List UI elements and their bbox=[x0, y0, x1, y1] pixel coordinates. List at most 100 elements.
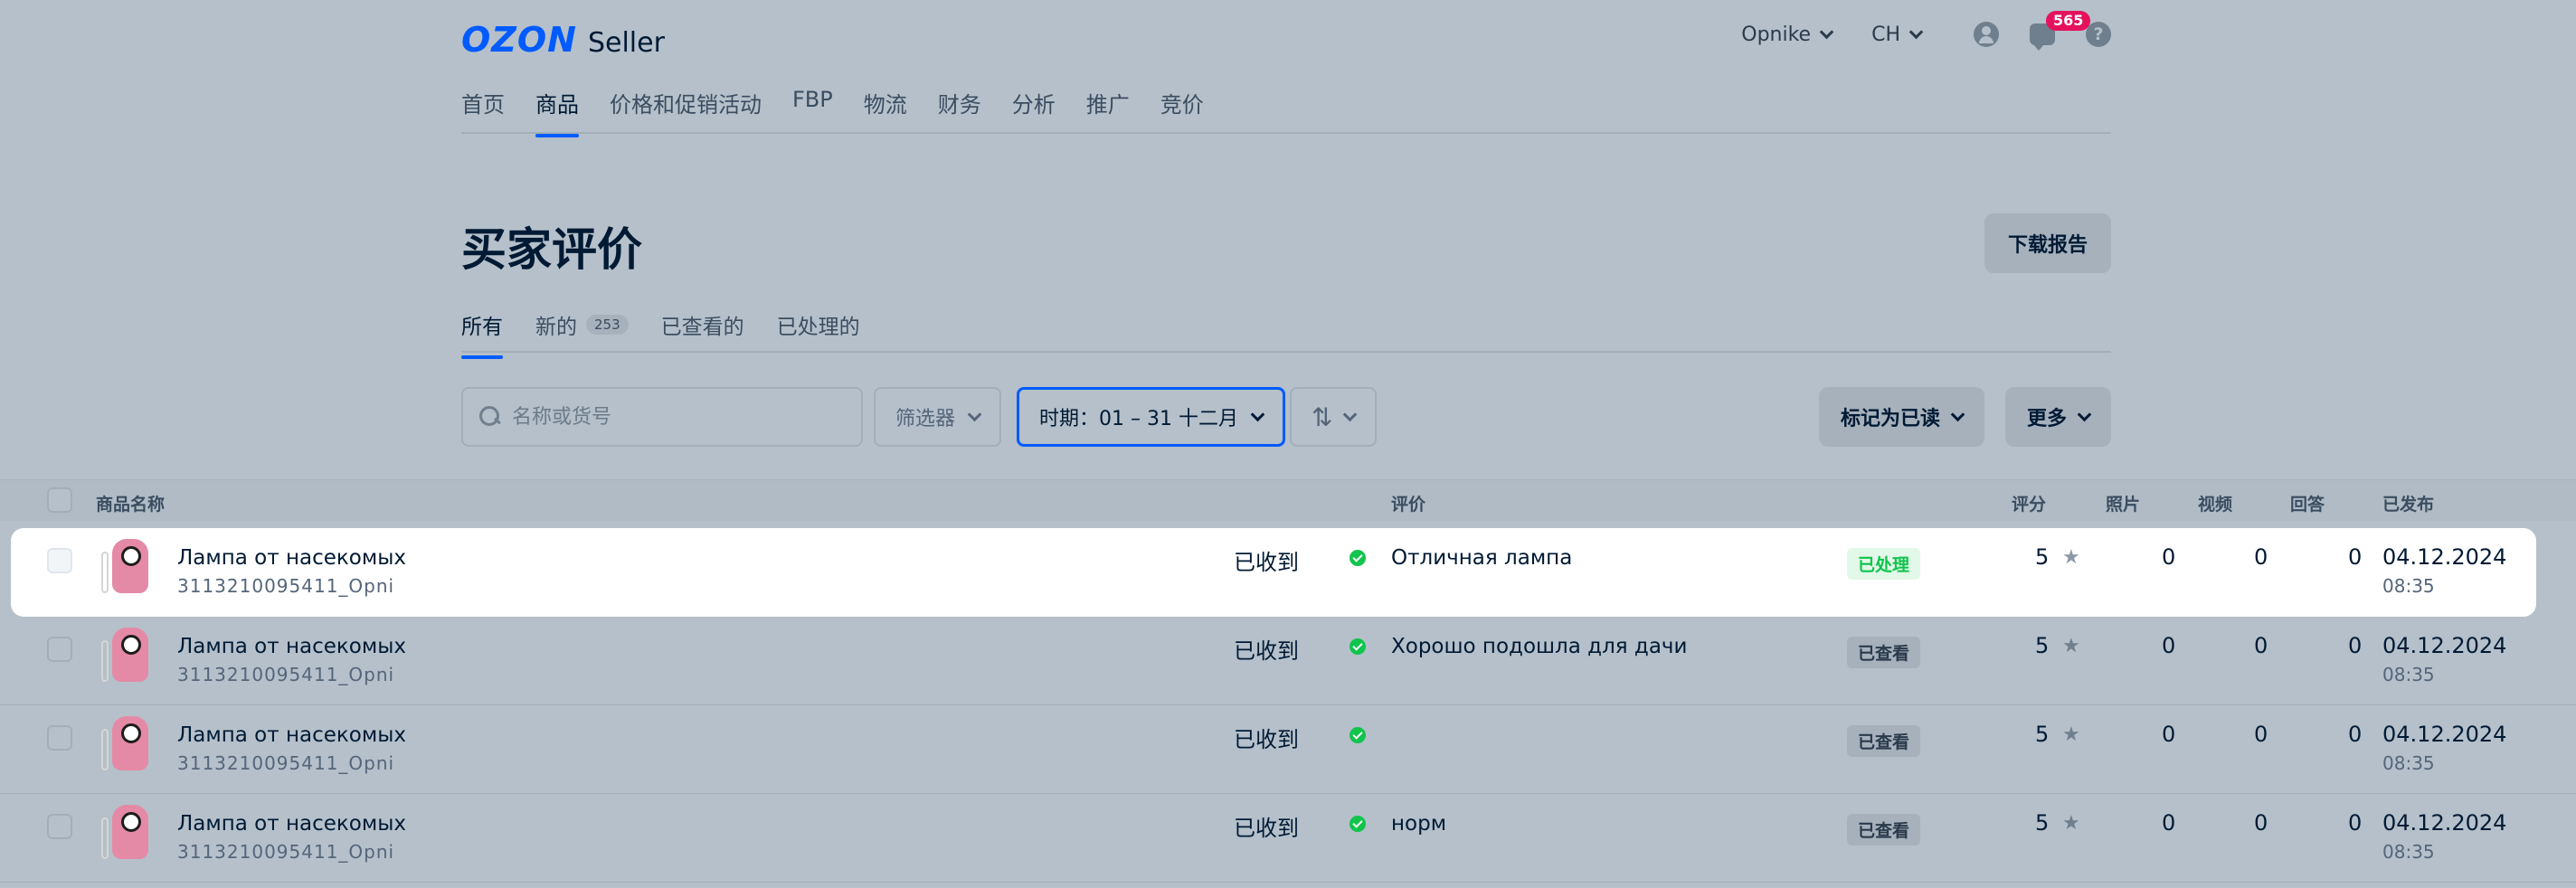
table-header: 商品名称 评价 评分 照片 视频 回答 已发布 bbox=[0, 479, 2576, 521]
rating-value: 5 bbox=[2035, 633, 2050, 658]
rating-value: 5 bbox=[2035, 810, 2050, 836]
mark-as-read-label: 标记为已读 bbox=[1840, 408, 1940, 430]
search-icon bbox=[479, 406, 501, 428]
received-label: 已收到 bbox=[1234, 550, 1299, 575]
star-icon: ★ bbox=[2062, 635, 2080, 657]
chevron-down-icon bbox=[2077, 407, 2092, 421]
select-all-checkbox[interactable] bbox=[47, 487, 72, 513]
published-time: 08:35 bbox=[2382, 752, 2435, 774]
published-date: 04.12.2024 bbox=[2382, 544, 2507, 570]
status-badge: 已查看 bbox=[1847, 637, 1921, 668]
search-input[interactable] bbox=[512, 405, 838, 429]
review-text: Хорошо подошла для дачи bbox=[1391, 635, 1688, 658]
published-date: 04.12.2024 bbox=[2382, 810, 2507, 836]
published-date: 04.12.2024 bbox=[2382, 633, 2507, 658]
videos-count: 0 bbox=[2254, 633, 2268, 658]
sort-icon: ⇅ bbox=[1312, 401, 1333, 432]
product-name[interactable]: Лампа от насекомых bbox=[177, 723, 406, 747]
period-dropdown[interactable]: 时期：01 – 31 十二月 bbox=[1017, 387, 1285, 447]
chevron-down-icon bbox=[1343, 407, 1358, 421]
chevron-down-icon bbox=[1950, 407, 1965, 421]
check-circle-icon bbox=[1350, 816, 1366, 832]
status-badge: 已查看 bbox=[1847, 814, 1921, 845]
tab-count-badge: 253 bbox=[586, 315, 629, 335]
received-label: 已收到 bbox=[1234, 638, 1299, 664]
mark-as-read-button[interactable]: 标记为已读 bbox=[1818, 387, 1984, 447]
column-photos[interactable]: 照片 bbox=[2106, 491, 2140, 515]
star-icon: ★ bbox=[2062, 812, 2080, 835]
rating-value: 5 bbox=[2035, 544, 2050, 570]
page-title: 买家评价 bbox=[461, 223, 642, 276]
table-row[interactable]: Лампа от насекомых 3113210095411_Opni 已收… bbox=[0, 794, 2576, 883]
column-replies[interactable]: 回答 bbox=[2290, 491, 2325, 515]
review-text: Отличная лампа bbox=[1391, 546, 1573, 570]
page-header: 买家评价 下载报告 所有 新的 253 已查看的 已处理的 筛选器 时期：01 … bbox=[461, 0, 2111, 452]
product-name[interactable]: Лампа от насекомых bbox=[177, 812, 406, 836]
product-name[interactable]: Лампа от насекомых bbox=[177, 635, 406, 658]
column-rating[interactable]: 评分 bbox=[2012, 491, 2046, 515]
filters-dropdown[interactable]: 筛选器 bbox=[874, 387, 1002, 447]
published-date: 04.12.2024 bbox=[2382, 722, 2507, 747]
check-circle-icon bbox=[1350, 638, 1366, 655]
received-label: 已收到 bbox=[1234, 727, 1299, 752]
period-label: 时期：01 – 31 十二月 bbox=[1039, 408, 1238, 430]
check-circle-icon bbox=[1350, 550, 1366, 566]
row-checkbox[interactable] bbox=[47, 725, 72, 751]
column-videos[interactable]: 视频 bbox=[2198, 491, 2232, 515]
product-sku: 3113210095411_Opni bbox=[177, 664, 395, 685]
status-badge: 已查看 bbox=[1847, 725, 1921, 757]
videos-count: 0 bbox=[2254, 544, 2268, 570]
photos-count: 0 bbox=[2162, 544, 2176, 570]
tab-label: 已处理的 bbox=[776, 316, 860, 339]
product-sku: 3113210095411_Opni bbox=[177, 752, 395, 774]
chevron-down-icon bbox=[967, 407, 982, 421]
review-text: норм bbox=[1391, 812, 1447, 836]
chevron-down-icon bbox=[1250, 407, 1265, 421]
tabs-divider bbox=[461, 351, 2111, 353]
tab-label: 所有 bbox=[461, 316, 503, 339]
published-time: 08:35 bbox=[2382, 841, 2435, 863]
published-time: 08:35 bbox=[2382, 664, 2435, 685]
download-report-button[interactable]: 下载报告 bbox=[1984, 213, 2111, 273]
published-time: 08:35 bbox=[2382, 575, 2435, 597]
photos-count: 0 bbox=[2162, 633, 2176, 658]
more-label: 更多 bbox=[2026, 408, 2067, 430]
tab-label: 新的 bbox=[535, 316, 577, 339]
videos-count: 0 bbox=[2254, 722, 2268, 747]
filters-label: 筛选器 bbox=[895, 408, 956, 430]
column-product[interactable]: 商品名称 bbox=[96, 491, 165, 515]
star-icon: ★ bbox=[2062, 546, 2080, 569]
replies-count: 0 bbox=[2348, 633, 2363, 658]
row-checkbox[interactable] bbox=[47, 548, 72, 573]
photos-count: 0 bbox=[2162, 722, 2176, 747]
table-row[interactable]: Лампа от насекомых 3113210095411_Opni 已收… bbox=[11, 528, 2536, 617]
column-published[interactable]: 已发布 bbox=[2382, 491, 2434, 515]
table-row[interactable]: Лампа от насекомых 3113210095411_Opni 已收… bbox=[0, 705, 2576, 794]
more-button[interactable]: 更多 bbox=[2004, 387, 2111, 447]
videos-count: 0 bbox=[2254, 810, 2268, 836]
rating-value: 5 bbox=[2035, 722, 2050, 747]
replies-count: 0 bbox=[2348, 722, 2363, 747]
product-sku: 3113210095411_Opni bbox=[177, 575, 395, 597]
product-thumbnail bbox=[99, 628, 150, 684]
star-icon: ★ bbox=[2062, 723, 2080, 746]
replies-count: 0 bbox=[2348, 544, 2363, 570]
sort-dropdown[interactable]: ⇅ bbox=[1290, 387, 1378, 447]
filter-toolbar: 筛选器 时期：01 – 31 十二月 ⇅ 标记为已读 更多 bbox=[461, 387, 2111, 447]
product-name[interactable]: Лампа от насекомых bbox=[177, 546, 406, 570]
product-sku: 3113210095411_Opni bbox=[177, 841, 395, 863]
row-checkbox[interactable] bbox=[47, 814, 72, 839]
product-thumbnail bbox=[99, 716, 150, 772]
product-thumbnail bbox=[99, 539, 150, 595]
search-box bbox=[461, 387, 863, 447]
row-checkbox[interactable] bbox=[47, 637, 72, 662]
status-badge: 已处理 bbox=[1847, 548, 1921, 580]
column-review[interactable]: 评价 bbox=[1391, 491, 1425, 515]
product-thumbnail bbox=[99, 805, 150, 861]
replies-count: 0 bbox=[2348, 810, 2363, 836]
table-row[interactable]: Лампа от насекомых 3113210095411_Opni 已收… bbox=[0, 617, 2576, 705]
received-label: 已收到 bbox=[1234, 816, 1299, 841]
check-circle-icon bbox=[1350, 727, 1366, 743]
photos-count: 0 bbox=[2162, 810, 2176, 836]
tab-label: 已查看的 bbox=[660, 316, 744, 339]
